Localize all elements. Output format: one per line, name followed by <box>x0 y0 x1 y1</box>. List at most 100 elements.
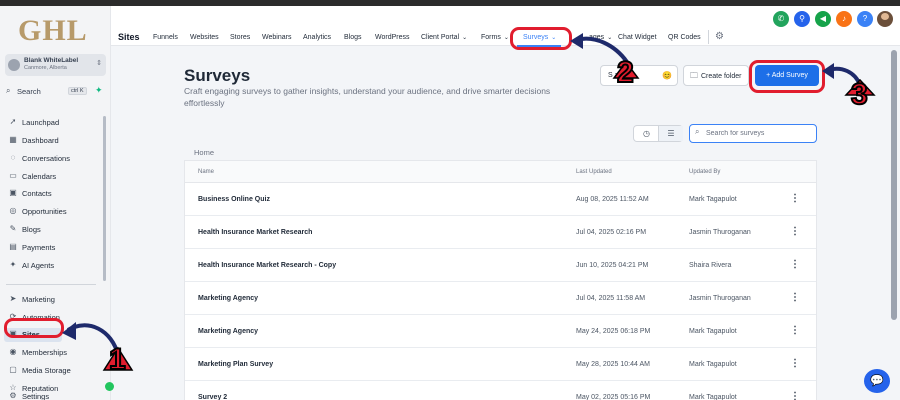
sidebar-item-label: Dashboard <box>22 136 59 145</box>
chat-support-icon[interactable]: 💬 <box>864 369 890 393</box>
last-updated: May 24, 2025 06:18 PM <box>576 328 651 335</box>
sidebar-item-label: Launchpad <box>22 118 60 127</box>
megaphone-icon[interactable]: ◀ <box>815 11 831 27</box>
survey-name: Survey 2 <box>198 394 228 400</box>
last-updated: Jun 10, 2025 04:21 PM <box>576 262 649 269</box>
sidebar-item-label: Blogs <box>22 225 41 234</box>
sidebar-item-blogs[interactable]: ✎ Blogs <box>8 223 98 237</box>
col-last-updated[interactable]: Last Updated <box>576 169 612 175</box>
more-options-icon[interactable]: ⋮ <box>790 358 800 369</box>
sidebar-item-label: AI Agents <box>22 261 55 270</box>
tab-label: WordPress <box>375 34 410 41</box>
survey-search-input[interactable] <box>706 128 811 139</box>
updated-by: Jasmin Thuroganan <box>689 229 751 236</box>
help-icon[interactable]: ? <box>857 11 873 27</box>
tab-stores[interactable]: Stores <box>230 34 250 41</box>
account-location: Canmore, Alberta <box>24 65 67 71</box>
phone-icon[interactable]: ✆ <box>773 11 789 27</box>
survey-name: Marketing Plan Survey <box>198 361 274 368</box>
more-options-icon[interactable]: ⋮ <box>790 325 800 336</box>
table-row[interactable]: Marketing Agency May 24, 2025 06:18 PM Mar… <box>185 315 816 348</box>
sidebar-item-opportunities[interactable]: ◎ Opportunities <box>8 205 98 219</box>
tab-label: Client Portal <box>421 34 460 41</box>
sidebar-item-label: Calendars <box>22 172 57 181</box>
ai-sparkle-icon[interactable]: ✦ <box>95 85 103 96</box>
tab-qr-codes[interactable]: QR Codes <box>668 34 701 41</box>
table-row[interactable]: Health Insurance Market Research Jul 04, … <box>185 216 816 249</box>
tab-wordpress[interactable]: WordPress <box>375 34 410 41</box>
tab-chat-widget[interactable]: Chat Widget <box>618 34 657 41</box>
sidebar-divider <box>6 284 96 285</box>
survey-search: ⌕ <box>689 124 817 143</box>
updated-by: Mark Tagapulot <box>689 196 737 203</box>
membership-icon: ◉ <box>9 347 17 356</box>
sidebar-item-ai-agents[interactable]: ✦ AI Agents <box>8 259 98 273</box>
tab-funnels[interactable]: Funnels <box>153 34 178 41</box>
table-row[interactable]: Business Online Quiz Aug 08, 2025 11:52 A… <box>185 183 816 216</box>
account-switcher[interactable]: Blank WhiteLabel Canmore, Alberta ⇕ <box>5 54 106 76</box>
tab-blogs[interactable]: Blogs <box>344 34 362 41</box>
folder-plus-icon: 🗀 <box>690 71 698 80</box>
gear-icon: ⚙ <box>9 391 17 400</box>
tab-webinars[interactable]: Webinars <box>262 34 291 41</box>
sidebar-item-conversations[interactable]: ◌ Conversations <box>8 152 98 166</box>
last-updated: May 02, 2025 05:16 PM <box>576 394 651 400</box>
table-row[interactable]: Marketing Plan Survey May 28, 2025 10:44 … <box>185 348 816 381</box>
table-row[interactable]: Marketing Agency Jul 04, 2025 11:58 AM Jas… <box>185 282 816 315</box>
col-name[interactable]: Name <box>198 169 214 175</box>
tab-client-portal[interactable]: Client Portal ⌄ <box>421 34 467 41</box>
clock-view-icon[interactable]: ◷ <box>634 126 659 141</box>
more-options-icon[interactable]: ⋮ <box>790 226 800 237</box>
tab-websites[interactable]: Websites <box>190 34 219 41</box>
tab-label: Blogs <box>344 34 362 41</box>
send-icon: ➤ <box>9 294 17 303</box>
calendar-icon: ▭ <box>9 171 17 180</box>
table-row[interactable]: Survey 2 May 02, 2025 05:16 PM Mark Tagapu… <box>185 381 816 400</box>
more-options-icon[interactable]: ⋮ <box>790 292 800 303</box>
features-button[interactable]: S atures 😊 <box>600 65 678 86</box>
survey-name: Business Online Quiz <box>198 196 270 203</box>
account-avatar <box>8 59 20 71</box>
page-subtitle: Craft engaging surveys to gather insight… <box>184 86 551 108</box>
search-shortcut: ctrl K <box>68 87 87 95</box>
updated-by: Shaira Rivera <box>689 262 732 269</box>
tab-analytics[interactable]: Analytics <box>303 34 331 41</box>
notification-dot <box>105 382 114 391</box>
create-folder-button[interactable]: 🗀 Create folder <box>683 65 749 86</box>
bell-icon[interactable]: ♪ <box>836 11 852 27</box>
sparkle-icon: ✦ <box>9 260 17 269</box>
col-updated-by[interactable]: Updated By <box>689 169 720 175</box>
settings-gear-icon[interactable]: ⚙ <box>715 31 724 42</box>
tab-label: Funnels <box>153 34 178 41</box>
sidebar-item-label: Payments <box>22 243 56 252</box>
tab-ages[interactable]: ages ⌄ <box>589 34 612 41</box>
sidebar-search[interactable]: ⌕ Search ctrl K ✦ <box>6 85 105 99</box>
user-avatar[interactable] <box>877 11 893 27</box>
sidebar-item-label: Contacts <box>22 189 52 198</box>
breadcrumb[interactable]: Home <box>194 148 214 157</box>
sidebar-item-calendars[interactable]: ▭ Calendars <box>8 170 98 184</box>
survey-name: Marketing Agency <box>198 295 259 302</box>
search-icon: ⌕ <box>695 127 700 136</box>
more-options-icon[interactable]: ⋮ <box>790 259 800 270</box>
contacts-icon: ▣ <box>9 188 17 197</box>
table-row[interactable]: Health Insurance Market Research - Copy J… <box>185 249 816 282</box>
sidebar-item-memberships[interactable]: ◉ Memberships <box>8 346 98 360</box>
sidebar-item-dashboard[interactable]: ▦ Dashboard <box>8 134 98 148</box>
blog-icon: ✎ <box>9 224 17 233</box>
sidebar-item-contacts[interactable]: ▣ Contacts <box>8 187 98 201</box>
tab-forms[interactable]: Forms ⌄ <box>481 34 509 41</box>
sidebar-item-media-storage[interactable]: ▢ Media Storage <box>8 364 98 378</box>
sidebar-item-marketing[interactable]: ➤ Marketing <box>8 293 98 307</box>
sidebar-item-payments[interactable]: ▤ Payments <box>8 241 98 255</box>
more-options-icon[interactable]: ⋮ <box>790 193 800 204</box>
more-options-icon[interactable]: ⋮ <box>790 391 800 400</box>
link-icon[interactable]: ⚲ <box>794 11 810 27</box>
highlight-sites <box>4 318 64 338</box>
sidebar-item-launchpad[interactable]: ➚ Launchpad <box>8 116 98 130</box>
page-scrollbar[interactable] <box>891 50 897 320</box>
list-view-icon[interactable]: ☰ <box>658 126 683 141</box>
sidebar-scrollbar[interactable] <box>103 116 106 281</box>
sidebar-item-settings[interactable]: ⚙ Settings <box>8 390 98 400</box>
grid-icon: ▦ <box>9 135 17 144</box>
